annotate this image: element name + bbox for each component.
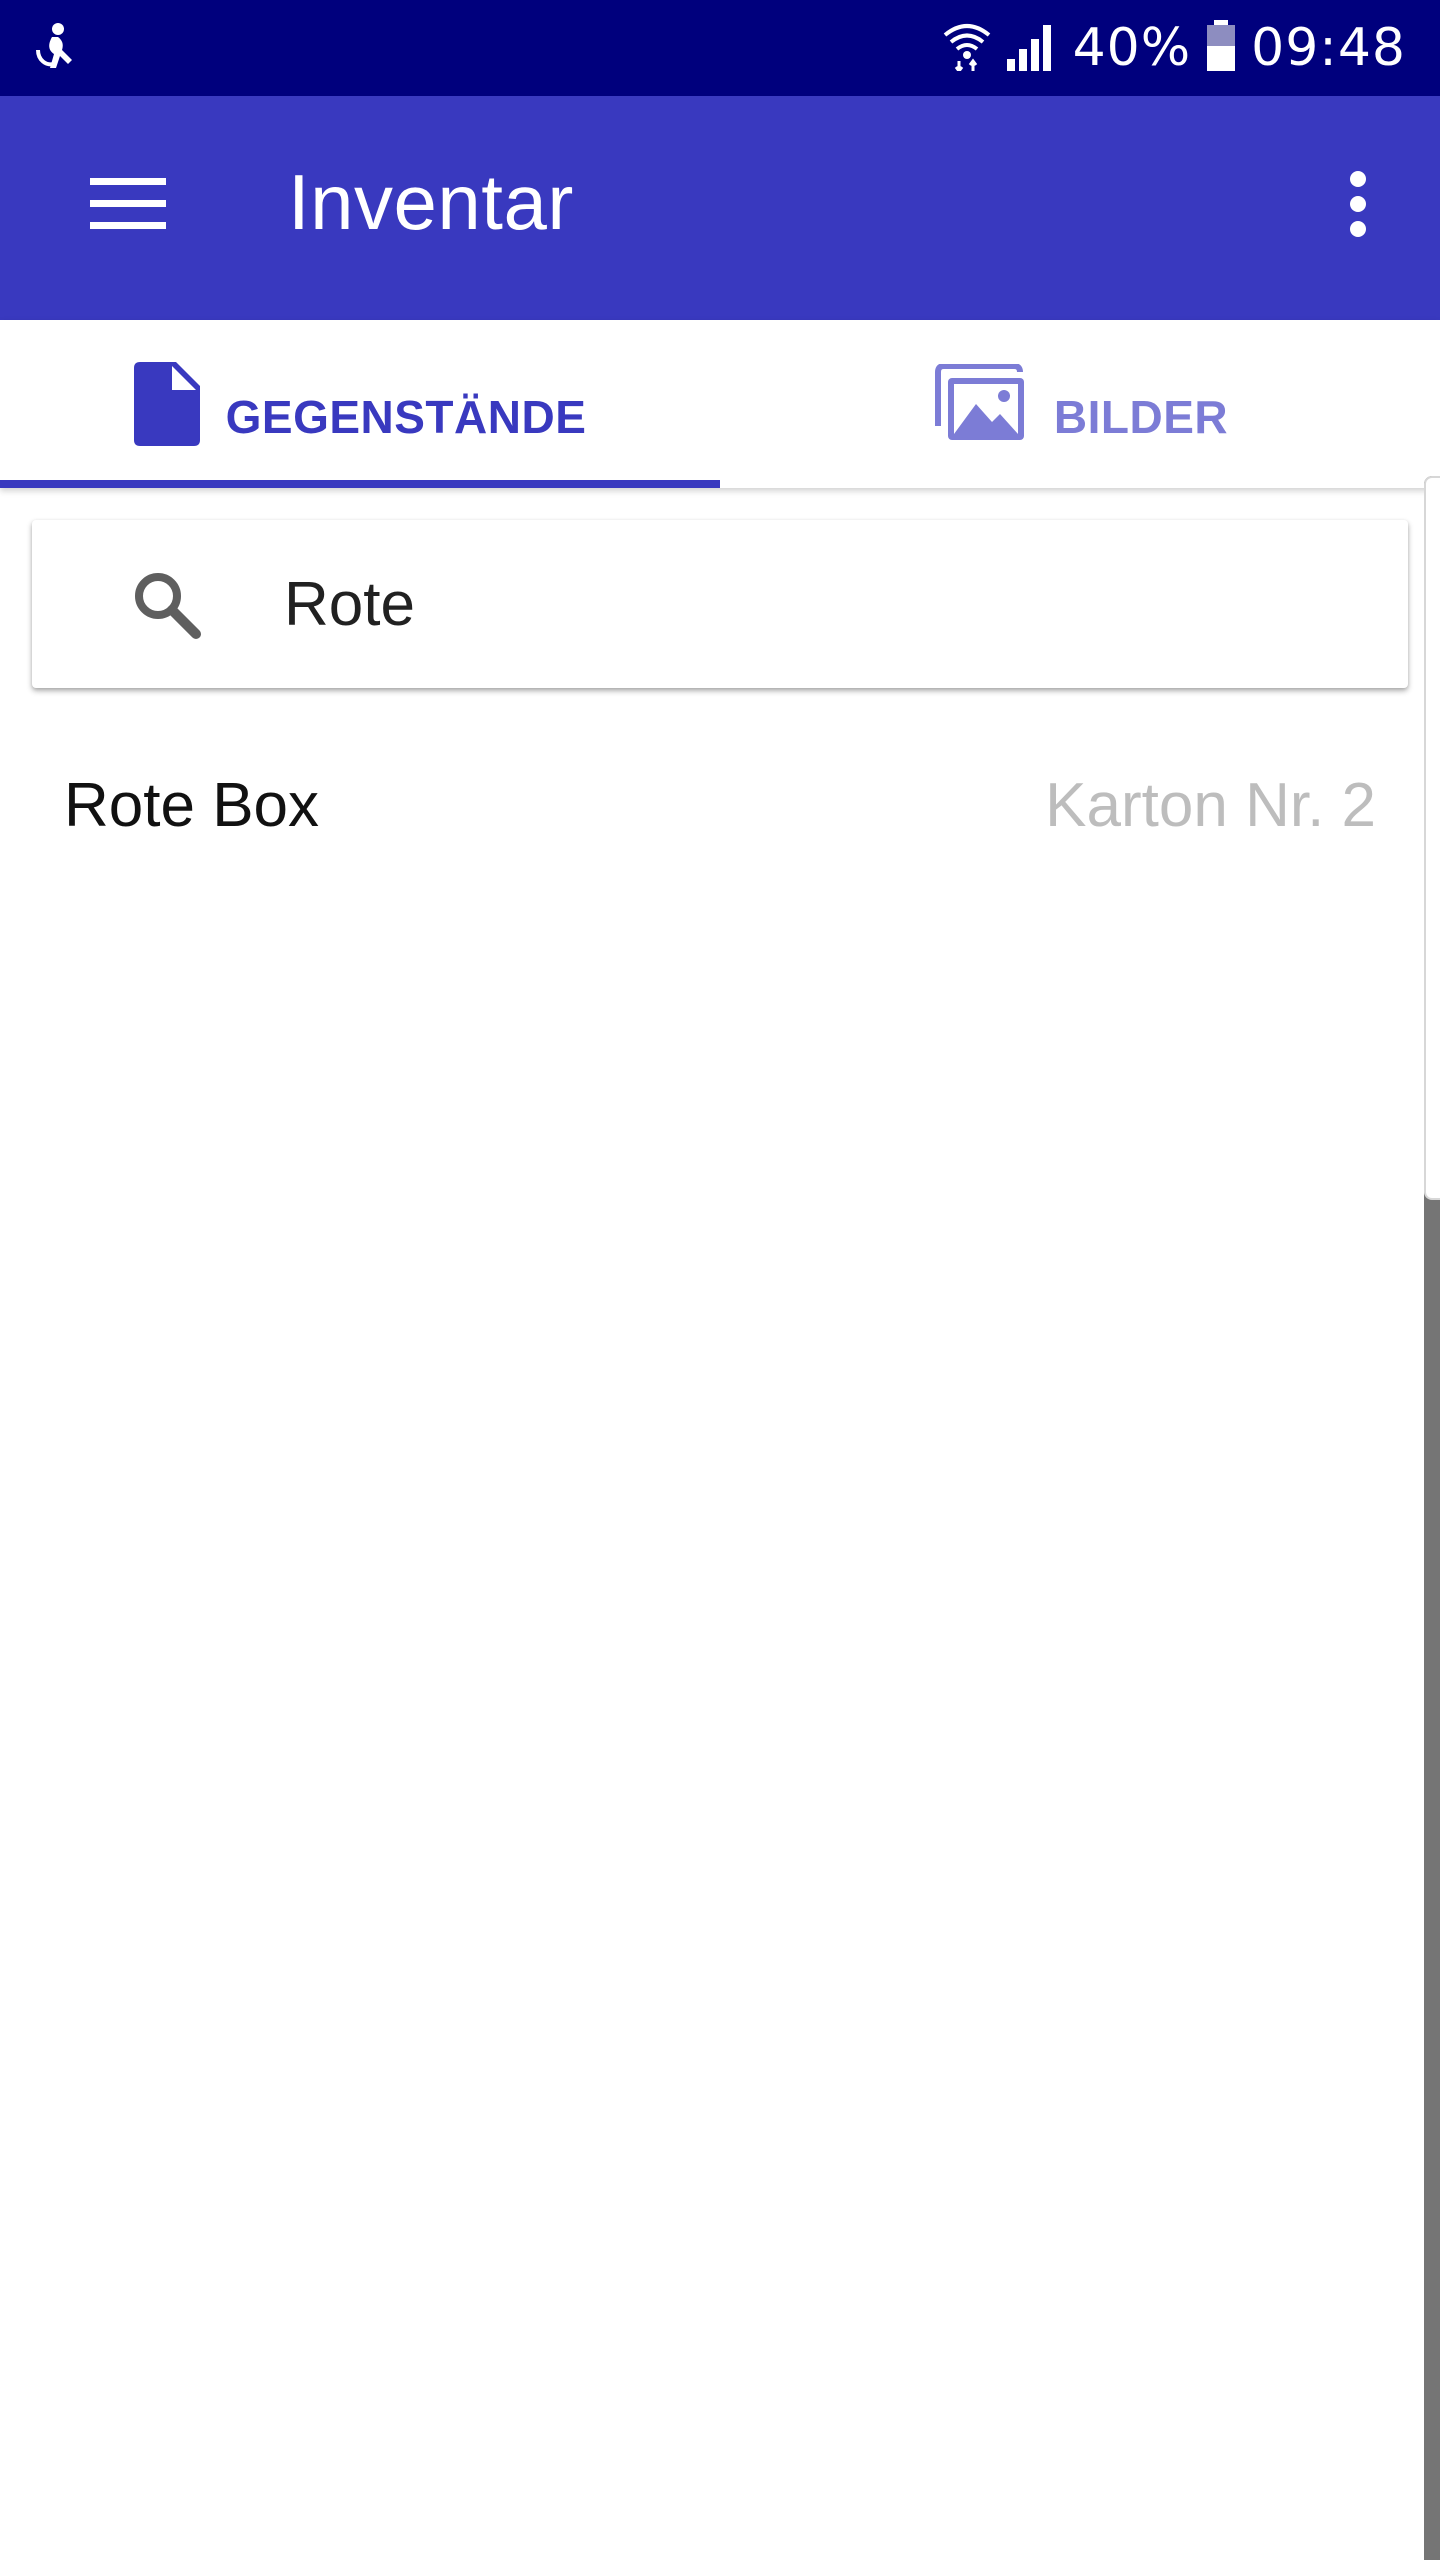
overflow-menu-button[interactable] <box>1330 156 1386 252</box>
signal-icon <box>1005 21 1059 76</box>
search-card <box>32 520 1416 688</box>
clock: 09:48 <box>1251 18 1406 78</box>
status-right-group: 40% 09:48 <box>943 14 1406 82</box>
result-list: Rote Box Karton Nr. 2 <box>0 740 1424 870</box>
list-item[interactable]: Rote Box Karton Nr. 2 <box>0 740 1424 870</box>
item-name: Rote Box <box>64 770 320 840</box>
menu-button[interactable] <box>80 166 176 242</box>
page-title: Inventar <box>288 158 574 246</box>
tab-bar: GEGENSTÄNDE BILDER <box>0 320 1440 488</box>
menu-icon <box>90 178 166 229</box>
app-bar: Inventar <box>0 96 1440 320</box>
status-bar: 40% 09:48 <box>0 0 1440 96</box>
more-vert-icon <box>1350 171 1366 237</box>
tab-label: BILDER <box>1053 391 1229 443</box>
search-icon[interactable] <box>132 570 202 640</box>
tab-bilder[interactable]: BILDER <box>720 320 1440 488</box>
battery-icon <box>1205 19 1237 77</box>
tab-indicator <box>0 480 720 488</box>
accessibility-icon <box>28 20 84 76</box>
tab-gegenstaende[interactable]: GEGENSTÄNDE <box>0 320 720 488</box>
item-location: Karton Nr. 2 <box>1045 770 1376 840</box>
scrollbar-thumb[interactable] <box>1424 476 1440 1200</box>
document-icon <box>133 362 200 446</box>
search-input[interactable] <box>252 550 1416 658</box>
battery-percent: 40% <box>1072 18 1192 78</box>
images-icon <box>934 364 1024 440</box>
wifi-icon <box>943 21 991 76</box>
tab-label: GEGENSTÄNDE <box>225 391 587 443</box>
